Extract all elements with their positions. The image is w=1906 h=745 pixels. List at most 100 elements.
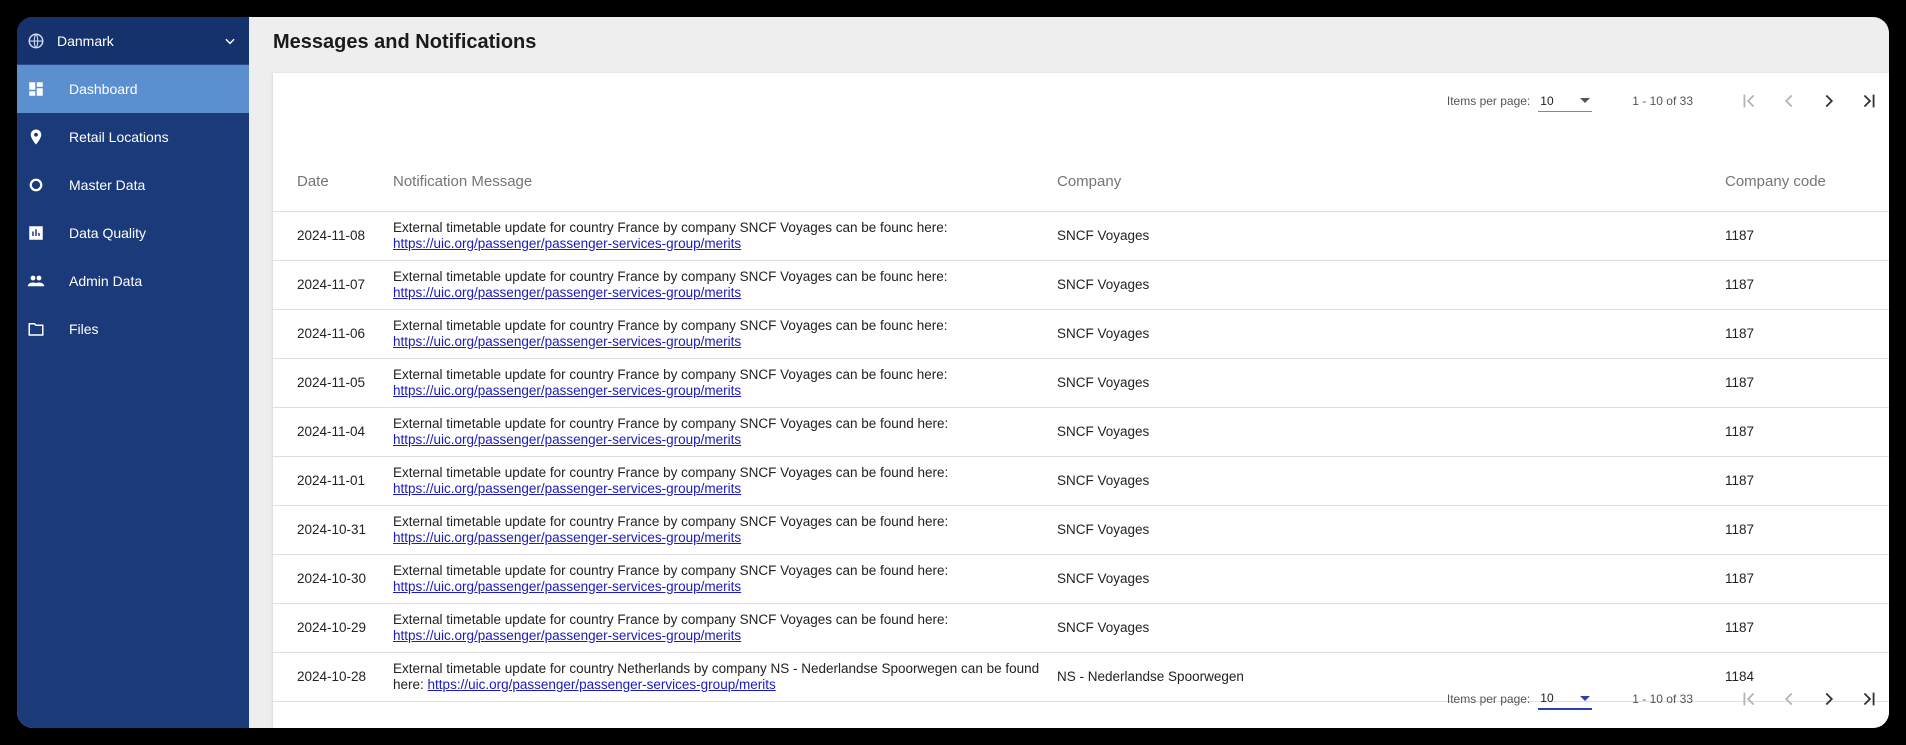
cell-company-code: 1187 [1725,407,1889,457]
sidebar-item-label: Admin Data [69,273,143,289]
cell-company-code: 1187 [1725,309,1889,359]
table-row[interactable]: 2024-10-30 External timetable update for … [273,554,1889,604]
range-label: 1 - 10 of 33 [1632,94,1693,108]
cell-message: External timetable update for country Fr… [393,358,1057,408]
table-row[interactable]: 2024-10-29 External timetable update for … [273,603,1889,653]
next-page-button[interactable] [1809,81,1849,121]
message-text: External timetable update for country Fr… [393,562,949,578]
last-page-button[interactable] [1849,81,1889,121]
last-page-button[interactable] [1849,679,1889,719]
sidebar-item-files[interactable]: Files [17,305,249,353]
cell-message: External timetable update for country Fr… [393,309,1057,359]
cell-date: 2024-11-01 [273,456,393,506]
page-size-value: 10 [1540,93,1554,108]
cell-message: External timetable update for country Ne… [393,652,1057,702]
merits-link[interactable]: https://uic.org/passenger/passenger-serv… [393,481,741,496]
cell-message: External timetable update for country Fr… [393,554,1057,604]
message-text: External timetable update for country Fr… [393,317,948,333]
items-per-page-label: Items per page: [1446,94,1531,108]
cell-company: SNCF Voyages [1057,260,1725,310]
column-header-message[interactable]: Notification Message [393,153,1057,212]
items-per-page-select[interactable]: 10 [1538,688,1593,710]
cell-company: SNCF Voyages [1057,603,1725,653]
merits-link[interactable]: https://uic.org/passenger/passenger-serv… [393,432,741,447]
notifications-table: Date Notification Message Company Compan… [273,153,1889,702]
table-row[interactable]: 2024-11-07 External timetable update for … [273,260,1889,310]
table-row[interactable]: 2024-11-06 External timetable update for … [273,309,1889,359]
location-pin-icon [27,128,45,146]
table-header-row: Date Notification Message Company Compan… [273,153,1889,212]
table-row[interactable]: 2024-11-08 External timetable update for … [273,211,1889,261]
circle-icon [27,176,45,194]
table-row[interactable]: 2024-10-31 External timetable update for … [273,505,1889,555]
column-header-company-code[interactable]: Company code [1725,153,1889,212]
cell-company-code: 1187 [1725,554,1889,604]
previous-page-button[interactable] [1769,81,1809,121]
table-row[interactable]: 2024-11-05 External timetable update for … [273,358,1889,408]
sidebar-item-label: Data Quality [69,225,147,241]
country-selector[interactable]: Danmark [17,17,249,65]
merits-link[interactable]: https://uic.org/passenger/passenger-serv… [393,334,741,349]
first-page-button[interactable] [1729,679,1769,719]
merits-link[interactable]: https://uic.org/passenger/passenger-serv… [393,285,741,300]
cell-message: External timetable update for country Fr… [393,603,1057,653]
notifications-card: Items per page: 10 1 - 10 of 33 Date Not… [273,73,1889,728]
folder-icon [27,320,45,338]
main-content: Messages and Notifications Items per pag… [249,17,1889,728]
sidebar-item-label: Dashboard [69,81,138,97]
sidebar-item-retail-locations[interactable]: Retail Locations [17,113,249,161]
sidebar-item-dashboard[interactable]: Dashboard [17,65,249,113]
country-name: Danmark [57,32,114,49]
app-window: Danmark Dashboard Retail Locations Maste… [17,17,1889,728]
cell-date: 2024-11-08 [273,211,393,261]
previous-page-button[interactable] [1769,679,1809,719]
cell-company-code: 1187 [1725,358,1889,408]
caret-down-icon [1580,695,1591,701]
message-text: External timetable update for country Fr… [393,366,948,382]
dashboard-icon [27,80,45,98]
page-size-value: 10 [1540,691,1554,705]
cell-company: SNCF Voyages [1057,407,1725,457]
merits-link[interactable]: https://uic.org/passenger/passenger-serv… [393,236,741,251]
first-page-button[interactable] [1729,81,1769,121]
sidebar-item-admin-data[interactable]: Admin Data [17,257,249,305]
merits-link[interactable]: https://uic.org/passenger/passenger-serv… [393,383,741,398]
message-text: External timetable update for country Fr… [393,464,949,480]
items-per-page-select[interactable]: 10 [1538,90,1593,112]
cell-message: External timetable update for country Fr… [393,456,1057,506]
merits-link[interactable]: https://uic.org/passenger/passenger-serv… [393,530,741,545]
paginator-bottom: Items per page: 10 1 - 10 of 33 [1447,675,1889,723]
cell-company-code: 1187 [1725,505,1889,555]
column-header-date[interactable]: Date [273,153,393,212]
sidebar-item-label: Files [69,321,99,337]
last-page-icon [1863,692,1875,706]
caret-down-icon [1580,98,1591,103]
cell-company: SNCF Voyages [1057,456,1725,506]
message-text: External timetable update for country Fr… [393,219,948,235]
cell-company: SNCF Voyages [1057,554,1725,604]
cell-company-code: 1187 [1725,211,1889,261]
cell-message: External timetable update for country Fr… [393,505,1057,555]
cell-company: SNCF Voyages [1057,505,1725,555]
merits-link[interactable]: https://uic.org/passenger/passenger-serv… [428,677,776,692]
merits-link[interactable]: https://uic.org/passenger/passenger-serv… [393,579,741,594]
sidebar: Danmark Dashboard Retail Locations Maste… [17,17,249,728]
sidebar-item-data-quality[interactable]: Data Quality [17,209,249,257]
chevron-left-icon [1784,692,1793,706]
merits-link[interactable]: https://uic.org/passenger/passenger-serv… [393,628,741,643]
cell-company-code: 1187 [1725,260,1889,310]
sidebar-item-master-data[interactable]: Master Data [17,161,249,209]
last-page-icon [1863,94,1875,108]
cell-date: 2024-10-28 [273,652,393,702]
chevron-left-icon [1784,94,1793,108]
sidebar-item-label: Retail Locations [69,129,169,145]
column-header-company[interactable]: Company [1057,153,1725,212]
table-row[interactable]: 2024-11-01 External timetable update for … [273,456,1889,506]
cell-date: 2024-11-07 [273,260,393,310]
table-row[interactable]: 2024-11-04 External timetable update for … [273,407,1889,457]
cell-date: 2024-11-05 [273,358,393,408]
next-page-button[interactable] [1809,679,1849,719]
chevron-down-icon[interactable] [223,34,237,48]
first-page-icon [1743,692,1755,706]
first-page-icon [1743,94,1755,108]
